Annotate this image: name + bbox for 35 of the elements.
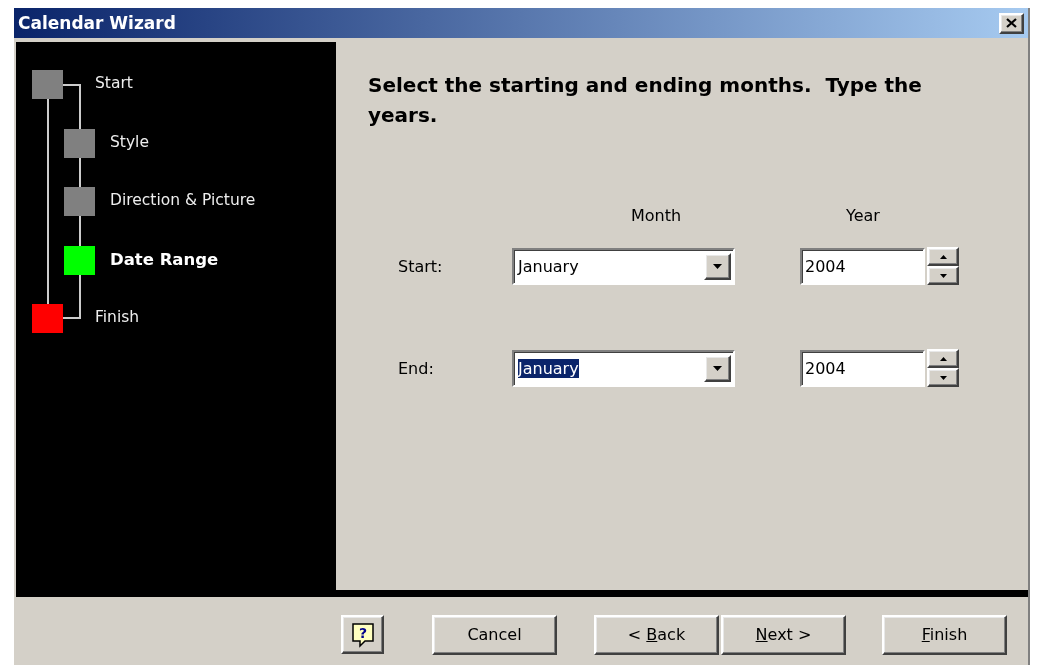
wizard-button[interactable]: Finish — [882, 614, 1007, 655]
wizard-button[interactable]: Cancel — [432, 614, 557, 655]
step-label: Direction & Picture — [110, 191, 256, 209]
year-field[interactable]: 2004 — [800, 349, 925, 387]
spin-down-button[interactable] — [927, 266, 959, 285]
column-header: Year — [846, 205, 880, 225]
caret-icon — [713, 263, 722, 269]
step-label: Finish — [95, 308, 140, 326]
wizard-button[interactable]: < Back — [594, 614, 719, 655]
spin-up-button[interactable] — [927, 247, 959, 266]
step-label: Date Range — [110, 249, 219, 269]
month-combobox[interactable]: January — [512, 349, 735, 387]
step-label: Style — [110, 132, 149, 151]
dropdown-button[interactable] — [704, 354, 731, 382]
close-icon — [1006, 18, 1017, 28]
window-title: Calendar Wizard — [18, 13, 176, 33]
row-label: End: — [398, 358, 435, 378]
year-field[interactable]: 2004 — [800, 247, 925, 285]
step-label: Start — [95, 74, 133, 92]
up-arrow-icon — [939, 254, 947, 259]
spin-down-button[interactable] — [927, 368, 959, 387]
row-label: Start: — [398, 256, 444, 276]
dropdown-button[interactable] — [704, 252, 731, 280]
month-combobox[interactable]: January — [512, 247, 735, 285]
column-header: Month — [630, 205, 682, 225]
help-button[interactable]: ? — [341, 615, 384, 654]
up-arrow-icon — [939, 356, 947, 361]
down-arrow-icon — [939, 273, 947, 278]
down-arrow-icon — [939, 375, 947, 380]
instruction-heading: Select the starting and ending months. Type the years. — [368, 72, 923, 129]
spin-up-button[interactable] — [927, 349, 959, 368]
wizard-button[interactable]: Next > — [721, 614, 846, 655]
question-mark: ? — [358, 624, 367, 641]
caret-icon — [713, 365, 722, 371]
close-button[interactable] — [999, 12, 1024, 34]
